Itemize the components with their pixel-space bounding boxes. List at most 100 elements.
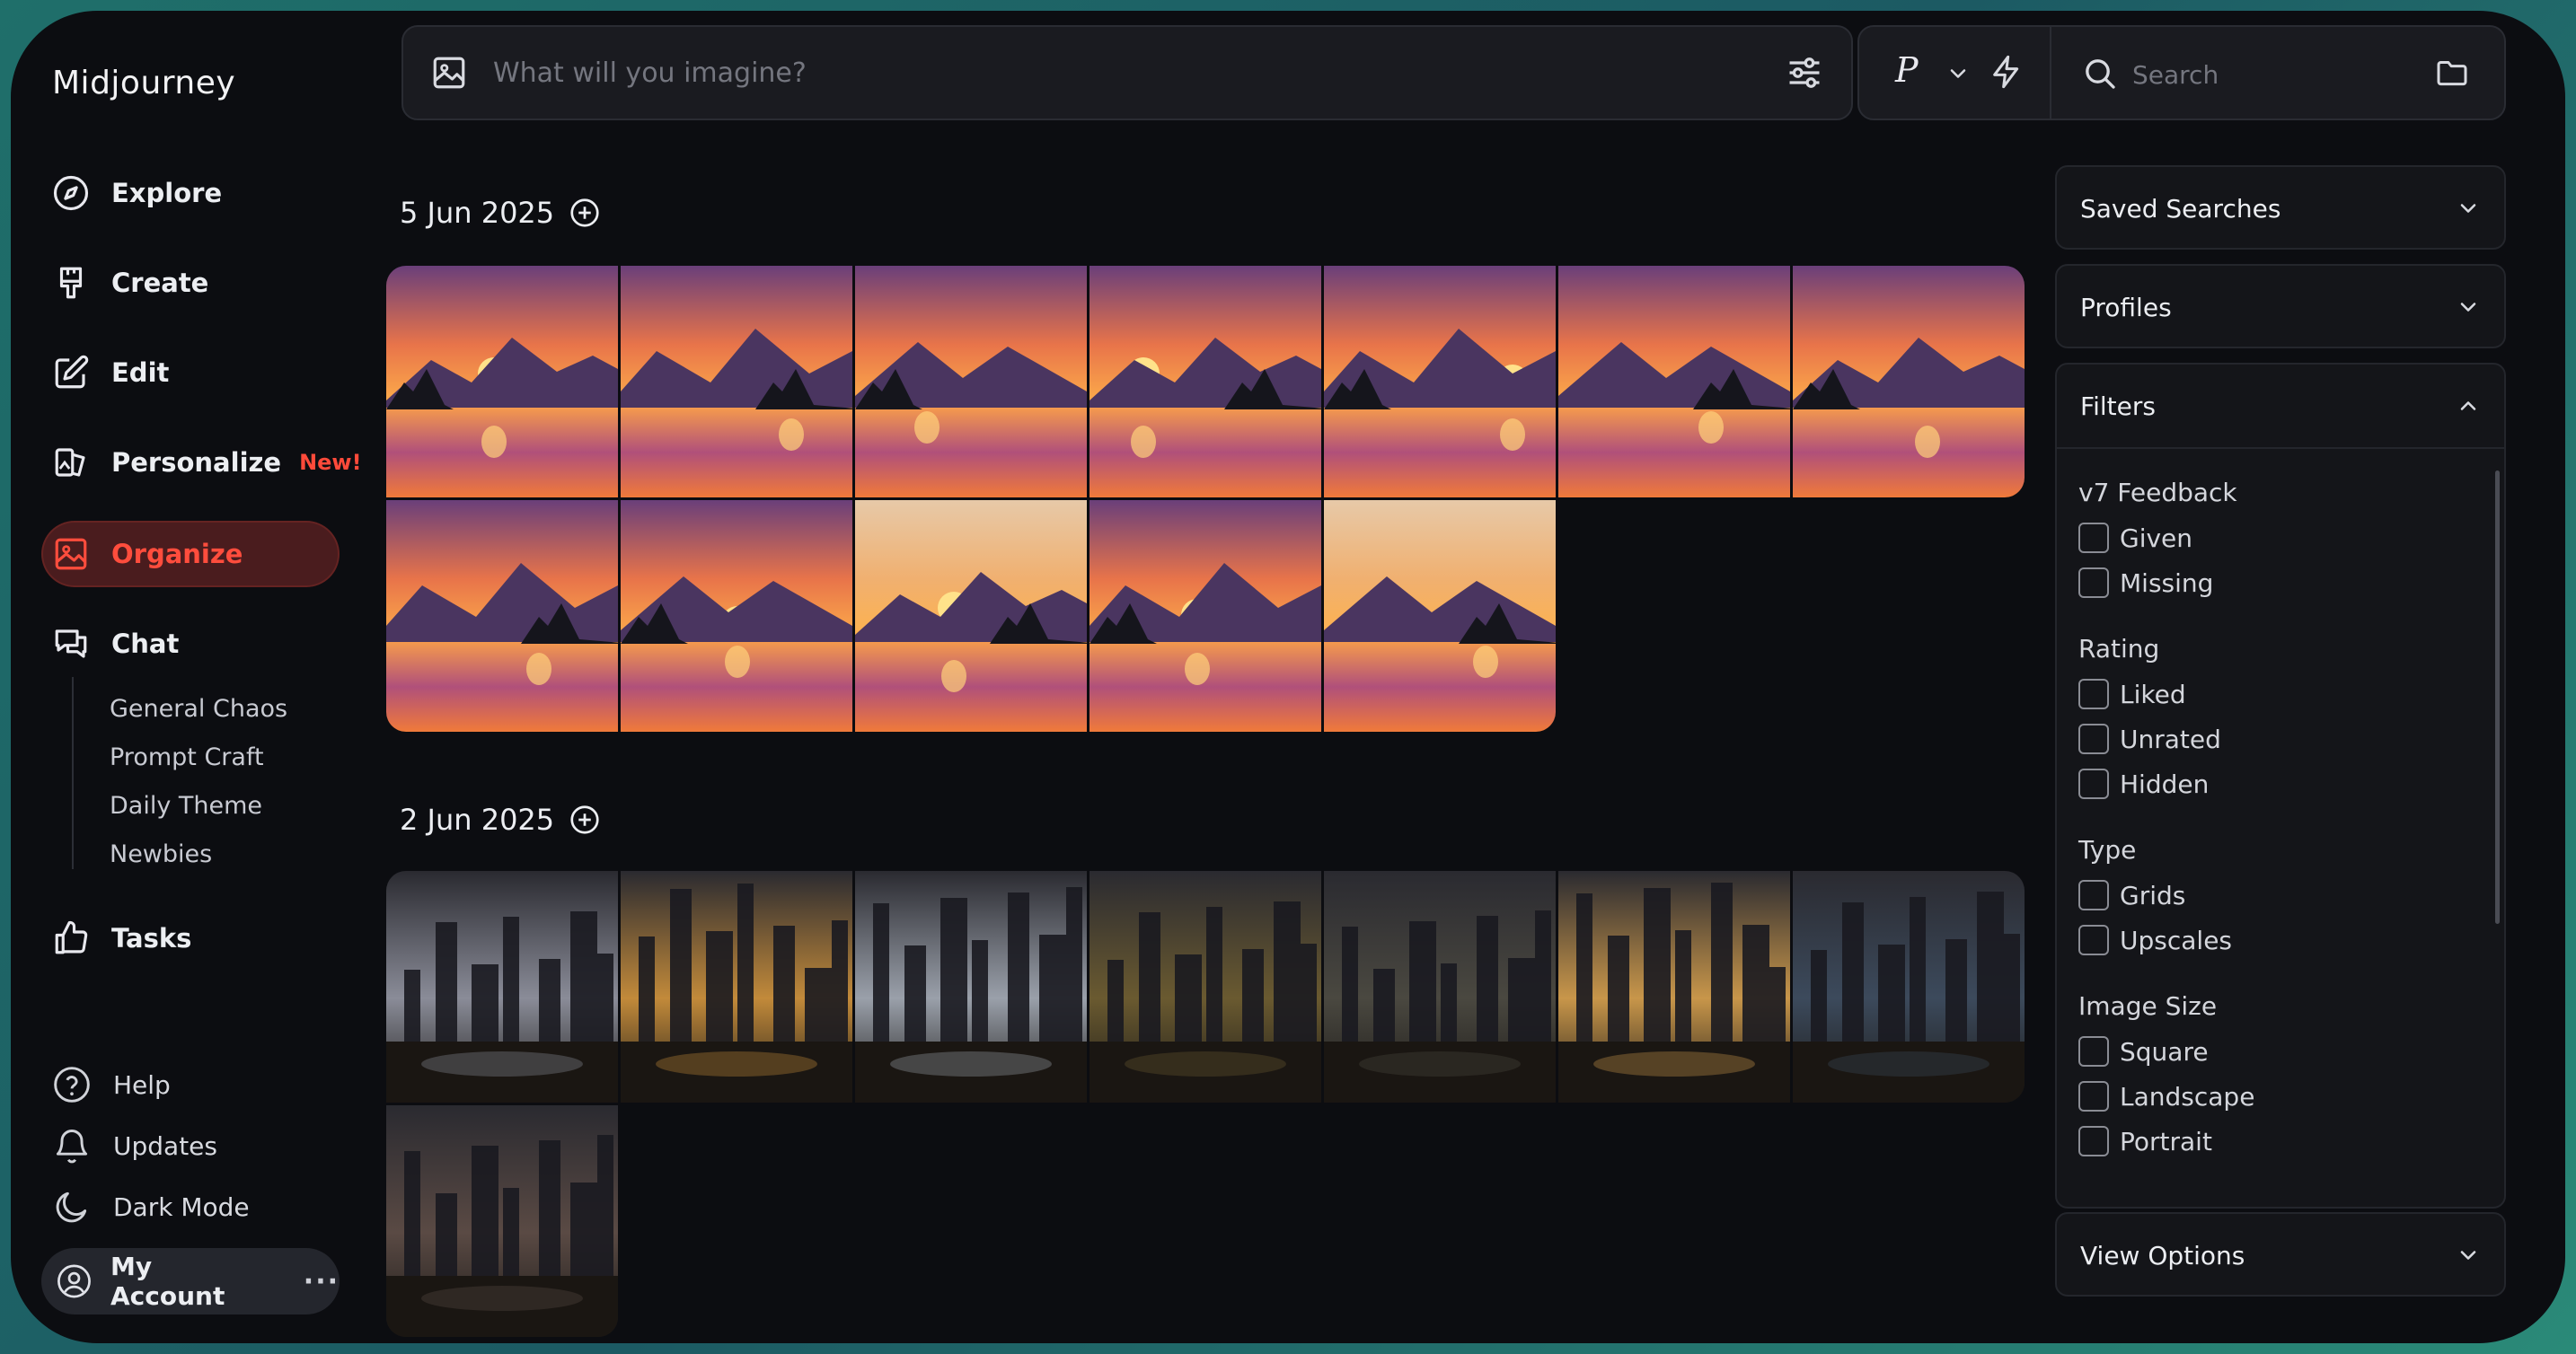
filter-group-label: Rating xyxy=(2078,634,2160,664)
search-input[interactable] xyxy=(2130,52,2422,97)
filter-option-label: Grids xyxy=(2120,880,2186,910)
filter-option[interactable]: Landscape xyxy=(2078,1081,2254,1112)
profiles-title: Profiles xyxy=(2080,292,2172,322)
filter-option[interactable]: Liked xyxy=(2078,679,2186,709)
image-thumbnail[interactable] xyxy=(1324,871,1556,1103)
nav-tasks[interactable]: Tasks xyxy=(52,905,340,972)
checkbox[interactable] xyxy=(2078,1126,2109,1156)
filters-scrollbar[interactable] xyxy=(2495,470,2500,924)
image-upload-icon[interactable] xyxy=(430,54,468,92)
profile-selector[interactable]: P xyxy=(1895,50,1919,90)
image-thumbnail[interactable] xyxy=(1090,871,1321,1103)
chat-channel-newbies[interactable]: Newbies xyxy=(110,840,212,868)
filter-option[interactable]: Portrait xyxy=(2078,1126,2212,1156)
new-badge: New! xyxy=(299,450,362,475)
brush-icon xyxy=(59,267,83,299)
image-grid-group-2 xyxy=(386,871,2025,1337)
nav-personalize[interactable]: Personalize New! xyxy=(52,429,362,496)
filters-title: Filters xyxy=(2080,391,2156,421)
checkbox[interactable] xyxy=(2078,679,2109,709)
checkbox[interactable] xyxy=(2078,523,2109,553)
lightning-icon[interactable] xyxy=(1989,54,2025,90)
filter-option[interactable]: Hidden xyxy=(2078,769,2209,799)
view-options-title: View Options xyxy=(2080,1240,2245,1270)
nav-edit[interactable]: Edit xyxy=(52,339,340,406)
image-thumbnail[interactable] xyxy=(621,500,852,732)
chevron-down-icon[interactable] xyxy=(2456,196,2481,221)
chevron-down-icon[interactable] xyxy=(2456,295,2481,320)
chat-channel-general-chaos[interactable]: General Chaos xyxy=(110,695,287,723)
updates-label: Updates xyxy=(113,1130,217,1161)
filter-option[interactable]: Grids xyxy=(2078,880,2185,910)
image-thumbnail[interactable] xyxy=(1090,500,1321,732)
chevron-down-icon[interactable] xyxy=(2456,1243,2481,1268)
nav-tasks-label: Tasks xyxy=(111,923,192,954)
prompt-input[interactable] xyxy=(491,56,1785,90)
chat-channel-daily-theme[interactable]: Daily Theme xyxy=(110,792,262,820)
image-thumbnail[interactable] xyxy=(386,500,618,732)
image-thumbnail[interactable] xyxy=(621,871,852,1103)
dark-mode-toggle[interactable]: Dark Mode xyxy=(52,1180,250,1234)
saved-searches-section[interactable]: Saved Searches xyxy=(2055,165,2506,250)
folder-icon[interactable] xyxy=(2434,56,2470,92)
filter-option[interactable]: Missing xyxy=(2078,567,2213,598)
date-header-group-1: 5 Jun 2025 xyxy=(400,196,601,230)
image-thumbnail[interactable] xyxy=(855,266,1087,497)
filter-group-label: Type xyxy=(2078,835,2137,865)
saved-searches-title: Saved Searches xyxy=(2080,193,2281,224)
thumbs-up-icon xyxy=(55,920,88,954)
filter-option-label: Liked xyxy=(2120,679,2186,709)
image-thumbnail[interactable] xyxy=(1558,871,1790,1103)
nav-organize[interactable]: Organize xyxy=(41,521,340,587)
app-logo[interactable]: Midjourney xyxy=(52,65,235,101)
help-icon xyxy=(54,1067,90,1103)
image-thumbnail[interactable] xyxy=(1793,266,2025,497)
image-thumbnail[interactable] xyxy=(1558,266,1790,497)
filter-option[interactable]: Square xyxy=(2078,1036,2209,1067)
nav-edit-label: Edit xyxy=(111,357,170,388)
filters-list: v7 Feedback Given Missing Rating Liked Unrate… xyxy=(2055,456,2506,1209)
image-thumbnail[interactable] xyxy=(1324,500,1556,732)
filter-option-label: Hidden xyxy=(2120,769,2210,799)
checkbox[interactable] xyxy=(2078,724,2109,754)
checkbox[interactable] xyxy=(2078,925,2109,955)
add-circle-icon[interactable] xyxy=(569,197,601,229)
image-thumbnail[interactable] xyxy=(386,1105,618,1337)
updates-link[interactable]: Updates xyxy=(52,1119,217,1173)
chat-channel-prompt-craft[interactable]: Prompt Craft xyxy=(110,743,264,771)
my-account-button[interactable]: My Account ··· xyxy=(41,1248,340,1314)
filter-option-label: Square xyxy=(2120,1036,2209,1067)
edit-icon xyxy=(55,355,89,389)
filters-header[interactable]: Filters xyxy=(2057,365,2504,449)
nav-create[interactable]: Create xyxy=(52,250,340,316)
nav-chat[interactable]: Chat xyxy=(52,611,340,677)
checkbox[interactable] xyxy=(2078,769,2109,799)
settings-sliders-icon[interactable] xyxy=(1785,53,1824,92)
more-icon[interactable]: ··· xyxy=(304,1266,340,1297)
checkbox[interactable] xyxy=(2078,567,2109,598)
chevron-down-icon[interactable] xyxy=(1945,61,1971,86)
filter-option[interactable]: Unrated xyxy=(2078,724,2221,754)
view-options-section[interactable]: View Options xyxy=(2055,1212,2506,1297)
image-thumbnail[interactable] xyxy=(386,266,618,497)
toolbar: P xyxy=(1857,25,2506,120)
image-thumbnail[interactable] xyxy=(621,266,852,497)
image-thumbnail[interactable] xyxy=(386,871,618,1103)
filter-option[interactable]: Given xyxy=(2078,523,2192,553)
nav-explore[interactable]: Explore xyxy=(52,160,340,226)
checkbox[interactable] xyxy=(2078,1036,2109,1067)
profiles-section[interactable]: Profiles xyxy=(2055,264,2506,348)
help-link[interactable]: Help xyxy=(52,1058,171,1112)
chevron-up-icon[interactable] xyxy=(2456,393,2481,418)
image-thumbnail[interactable] xyxy=(855,871,1087,1103)
add-circle-icon[interactable] xyxy=(569,804,601,836)
image-thumbnail[interactable] xyxy=(855,500,1087,732)
checkbox[interactable] xyxy=(2078,1081,2109,1112)
checkbox[interactable] xyxy=(2078,880,2109,910)
image-thumbnail[interactable] xyxy=(1324,266,1556,497)
image-thumbnail[interactable] xyxy=(1090,266,1321,497)
filter-option[interactable]: Upscales xyxy=(2078,925,2232,955)
nav-chat-label: Chat xyxy=(111,629,180,659)
image-thumbnail[interactable] xyxy=(1793,871,2025,1103)
image-grid-group-1 xyxy=(386,266,2025,732)
